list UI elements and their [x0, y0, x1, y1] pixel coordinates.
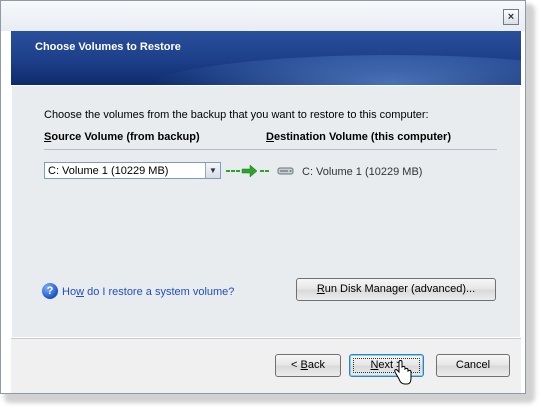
page-title: Choose Volumes to Restore	[35, 41, 181, 53]
source-volume-value: C: Volume 1 (10229 MB)	[48, 165, 169, 177]
help-icon[interactable]: ?	[42, 283, 58, 299]
source-volume-dropdown[interactable]: C: Volume 1 (10229 MB) ▼	[44, 162, 221, 179]
source-volume-header: Source Volume (from backup)	[44, 131, 200, 143]
header-divider	[44, 149, 497, 150]
next-button[interactable]: Next >	[349, 354, 424, 377]
mouse-pointer-icon	[394, 360, 412, 385]
chevron-down-icon[interactable]: ▼	[205, 163, 220, 178]
instructions-text: Choose the volumes from the backup that …	[44, 109, 429, 121]
back-button[interactable]: < Back	[275, 354, 341, 377]
cancel-button[interactable]: Cancel	[436, 354, 510, 377]
help-link[interactable]: How do I restore a system volume?	[62, 286, 234, 298]
hard-disk-icon	[277, 167, 294, 175]
run-disk-manager-button[interactable]: Run Disk Manager (advanced)...	[296, 278, 496, 301]
close-button[interactable]: ×	[503, 9, 519, 25]
destination-volume-value: C: Volume 1 (10229 MB)	[302, 166, 423, 178]
destination-volume-header: Destination Volume (this computer)	[266, 131, 451, 143]
title-bar	[1, 1, 525, 31]
banner-swoosh	[131, 55, 521, 85]
green-arrow-icon	[226, 164, 269, 178]
header-banner: Choose Volumes to Restore	[11, 31, 521, 85]
